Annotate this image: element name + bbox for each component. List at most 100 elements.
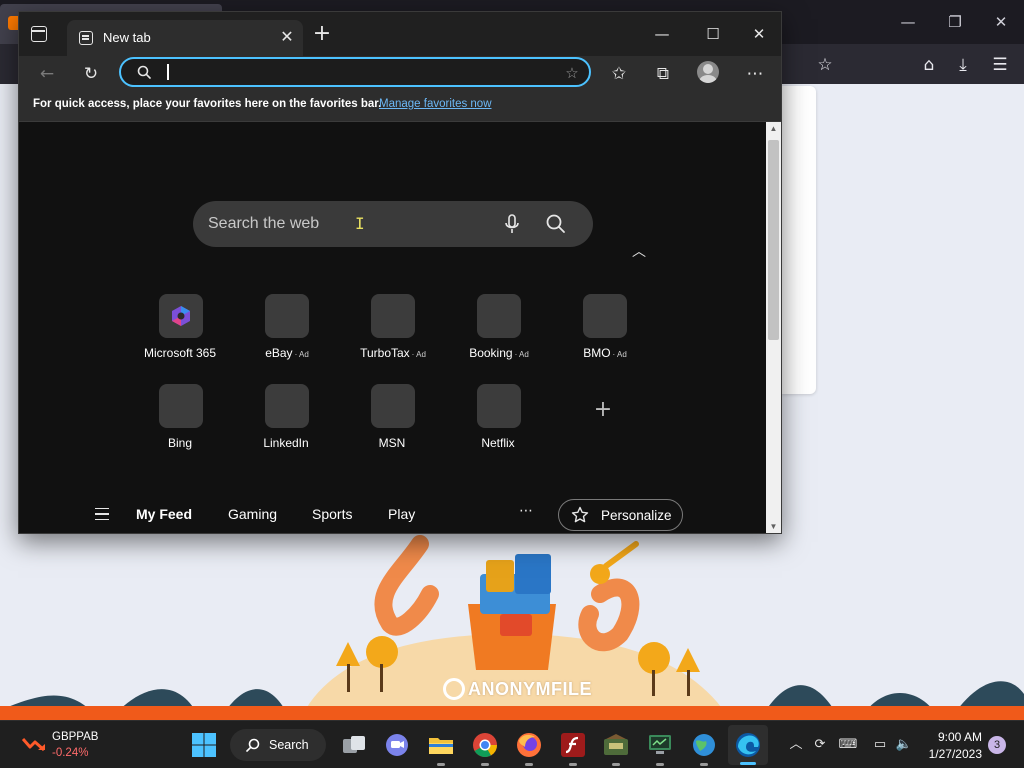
teams-chat-icon[interactable]: [383, 731, 411, 759]
tile-label: MSN: [378, 436, 406, 450]
favorites-icon[interactable]: ✩: [605, 60, 633, 88]
microsoft-365-logo-icon: [172, 306, 190, 326]
personalize-label: Personalize: [601, 508, 672, 523]
quick-link-tile[interactable]: TurboTax · Ad: [340, 294, 446, 374]
chevron-up-icon[interactable]: ︿: [629, 242, 649, 262]
edge-icon: [736, 733, 760, 757]
new-tab-page: I ︿ Microsoft 365: [19, 122, 766, 533]
globe-running-indicator: [700, 763, 708, 766]
background-restore-icon[interactable]: ❐: [943, 10, 967, 34]
firefox-icon[interactable]: [515, 731, 543, 759]
address-search-icon: [137, 65, 151, 79]
ticker-name: GBPPAB: [52, 731, 99, 743]
quick-link-tile[interactable]: Bing: [128, 384, 234, 464]
feed-tab-play[interactable]: Play: [388, 506, 415, 522]
page-scrollbar[interactable]: ▲ ▼: [766, 122, 781, 533]
favorites-bar-message: For quick access, place your favorites h…: [33, 98, 382, 110]
firefox-running-indicator: [525, 763, 533, 766]
globe-app-icon[interactable]: [690, 731, 718, 759]
background-download-icon[interactable]: ⤓: [950, 52, 976, 78]
taskbar-search-label: Search: [269, 738, 309, 752]
maximize-icon[interactable]: ☐: [699, 22, 727, 46]
search-icon[interactable]: [543, 211, 569, 237]
taskbar-search-button[interactable]: Search: [230, 729, 326, 761]
scrollbar-thumb[interactable]: [768, 140, 779, 340]
flash-player-icon[interactable]: [559, 731, 587, 759]
web-search-box[interactable]: I: [193, 201, 593, 247]
start-windows-icon[interactable]: [190, 731, 218, 759]
tile-icon: [265, 384, 309, 428]
stock-ticker-icon[interactable]: [22, 735, 46, 753]
clock-date[interactable]: 1/27/2023: [920, 747, 982, 761]
tile-label: BMO · Ad: [583, 346, 627, 360]
background-page-card: [782, 86, 816, 394]
close-window-icon[interactable]: ✕: [745, 22, 773, 46]
quick-link-tile[interactable]: eBay · Ad: [234, 294, 340, 374]
tile-label: Netflix: [481, 436, 515, 450]
volume-tray-icon[interactable]: 🔈: [894, 735, 914, 755]
add-site-plus-icon[interactable]: +: [593, 399, 613, 421]
feed-tab-my-feed[interactable]: My Feed: [136, 506, 192, 522]
address-input[interactable]: [175, 62, 545, 82]
tab-actions-icon[interactable]: [31, 26, 47, 42]
tile-label: Microsoft 365: [143, 346, 217, 360]
feed-more-icon[interactable]: ⋯: [517, 502, 535, 520]
favorites-bar: For quick access, place your favorites h…: [19, 90, 781, 122]
scroll-up-icon[interactable]: ▲: [769, 124, 778, 133]
personalize-button[interactable]: Personalize: [558, 499, 683, 531]
sync-tray-icon[interactable]: ⟳: [810, 735, 830, 755]
edge-titlebar: New tab ✕ + — ☐ ✕: [19, 12, 781, 56]
tile-icon: [371, 384, 415, 428]
quick-link-tile[interactable]: LinkedIn: [234, 384, 340, 464]
keyboard-tray-icon[interactable]: ⌨: [838, 735, 858, 755]
back-arrow-icon[interactable]: ←: [33, 60, 61, 88]
quick-link-tile[interactable]: Netflix: [446, 384, 552, 464]
background-bookmark-star-icon[interactable]: ☆: [812, 52, 838, 78]
new-tab-plus-icon[interactable]: +: [311, 23, 333, 46]
flash-running-indicator: [569, 763, 577, 766]
show-hidden-icons-chevron-icon[interactable]: ︿: [786, 735, 806, 755]
quick-link-tile[interactable]: MSN: [340, 384, 446, 464]
collections-icon[interactable]: ⧉: [649, 60, 677, 88]
profile-avatar[interactable]: [697, 61, 719, 83]
taskbar: GBPPAB -0.24% Search ︿ ⟳ ⌨ ▭ 🔈 9:00 AM 1…: [0, 720, 1024, 768]
manage-favorites-link[interactable]: Manage favorites now: [379, 98, 492, 110]
quick-link-tile[interactable]: BMO · Ad: [552, 294, 658, 374]
ticker-change: -0.24%: [52, 747, 89, 759]
game-app-icon[interactable]: [602, 731, 630, 759]
tile-icon: [583, 294, 627, 338]
microphone-icon[interactable]: [499, 211, 525, 237]
clock-time[interactable]: 9:00 AM: [930, 730, 982, 744]
edge-browser-window: New tab ✕ + — ☐ ✕ ← ↻ ☆ ✩ ⧉ ⋯ For quick …: [18, 11, 782, 534]
background-menu-icon[interactable]: ☰: [987, 52, 1013, 78]
refresh-icon[interactable]: ↻: [77, 60, 105, 88]
tab-new-tab[interactable]: New tab ✕: [67, 20, 303, 56]
network-tray-icon[interactable]: ▭: [870, 735, 890, 755]
tile-icon: [265, 294, 309, 338]
add-favorite-star-icon[interactable]: ☆: [561, 62, 583, 84]
edge-taskbar-button[interactable]: [728, 725, 768, 765]
scroll-down-icon[interactable]: ▼: [769, 522, 778, 531]
quick-link-tile[interactable]: Microsoft 365: [128, 294, 234, 374]
feed-tab-sports[interactable]: Sports: [312, 506, 352, 522]
background-pocket-icon[interactable]: ⌂: [916, 52, 942, 78]
web-search-input[interactable]: [208, 213, 498, 235]
background-minimize-icon[interactable]: —: [896, 10, 920, 34]
tab-close-icon[interactable]: ✕: [277, 27, 297, 47]
monitor-running-indicator: [656, 763, 664, 766]
feed-tab-gaming[interactable]: Gaming: [228, 506, 277, 522]
monitor-app-icon[interactable]: [646, 731, 674, 759]
file-explorer-icon[interactable]: [427, 731, 455, 759]
quick-link-tile[interactable]: Booking · Ad: [446, 294, 552, 374]
tile-icon: [477, 294, 521, 338]
chrome-icon[interactable]: [471, 731, 499, 759]
feed-menu-icon[interactable]: [95, 508, 109, 520]
address-bar[interactable]: ☆: [119, 57, 591, 87]
background-close-icon[interactable]: ✕: [989, 10, 1013, 34]
notification-badge[interactable]: 3: [988, 736, 1006, 754]
minimize-icon[interactable]: —: [648, 22, 676, 46]
tile-label: LinkedIn: [263, 436, 309, 450]
tile-icon: [477, 384, 521, 428]
more-icon[interactable]: ⋯: [741, 60, 769, 88]
task-view-icon[interactable]: [340, 731, 368, 759]
